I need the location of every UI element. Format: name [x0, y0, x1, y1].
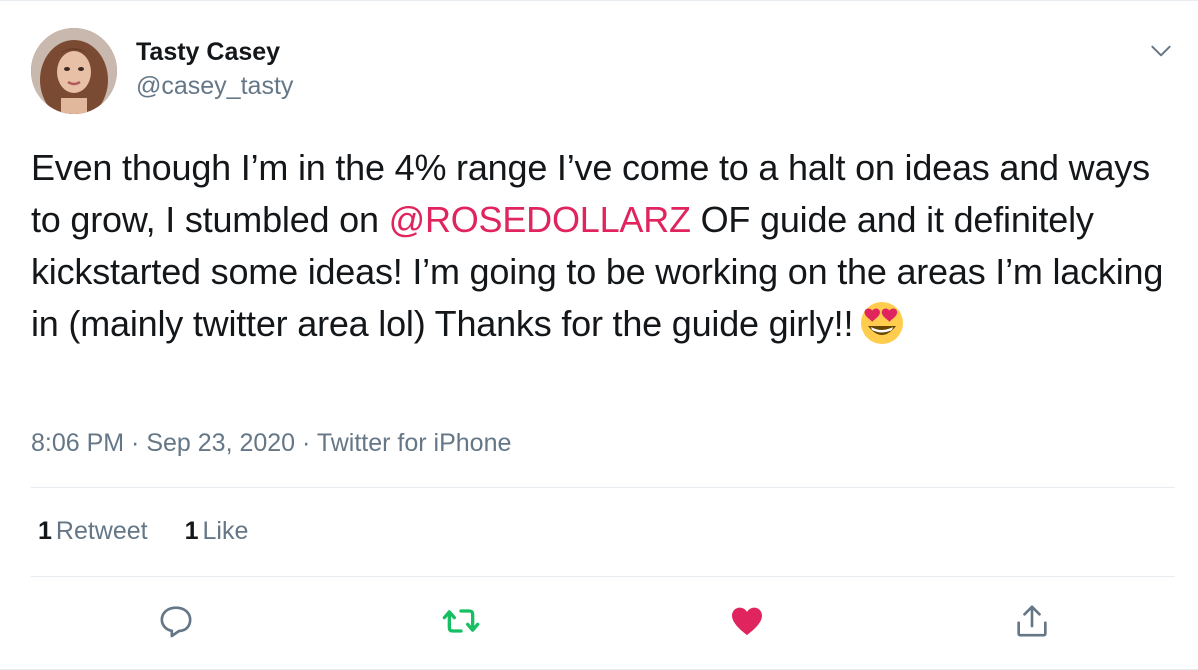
likes-stat[interactable]: 1 Like: [185, 517, 249, 545]
mention-link[interactable]: @ROSEDOLLARZ: [389, 199, 691, 240]
divider: [31, 487, 1175, 488]
avatar[interactable]: [31, 28, 117, 114]
retweets-label: Retweet: [55, 517, 148, 545]
chevron-down-icon[interactable]: [1148, 38, 1174, 64]
share-icon[interactable]: [1012, 601, 1052, 641]
likes-label: Like: [202, 517, 249, 545]
tweet-source[interactable]: Twitter for iPhone: [317, 429, 512, 457]
retweets-stat[interactable]: 1 Retweet: [38, 517, 148, 545]
reply-icon[interactable]: [156, 601, 196, 641]
tweet-card: Tasty Casey @casey_tasty Even though I’m…: [0, 0, 1198, 670]
tweet-meta: 8:06 PM · Sep 23, 2020 · Twitter for iPh…: [31, 429, 511, 458]
tweet-text: Even though I’m in the 4% range I’ve com…: [31, 142, 1171, 350]
retweet-icon[interactable]: [441, 601, 481, 641]
tweet-stats: 1 Retweet 1 Like: [38, 517, 278, 546]
divider: [31, 576, 1175, 577]
retweets-count: 1: [38, 517, 52, 545]
meta-separator: ·: [124, 429, 147, 457]
heart-icon[interactable]: [727, 601, 767, 641]
tweet-time[interactable]: 8:06 PM: [31, 429, 124, 457]
meta-separator: ·: [295, 429, 317, 457]
likes-count: 1: [184, 517, 199, 545]
heart-eyes-emoji-icon: [859, 300, 905, 346]
tweet-date[interactable]: Sep 23, 2020: [146, 429, 295, 457]
user-handle[interactable]: @casey_tasty: [136, 72, 293, 101]
avatar-image: [31, 28, 117, 114]
display-name[interactable]: Tasty Casey: [136, 38, 280, 67]
